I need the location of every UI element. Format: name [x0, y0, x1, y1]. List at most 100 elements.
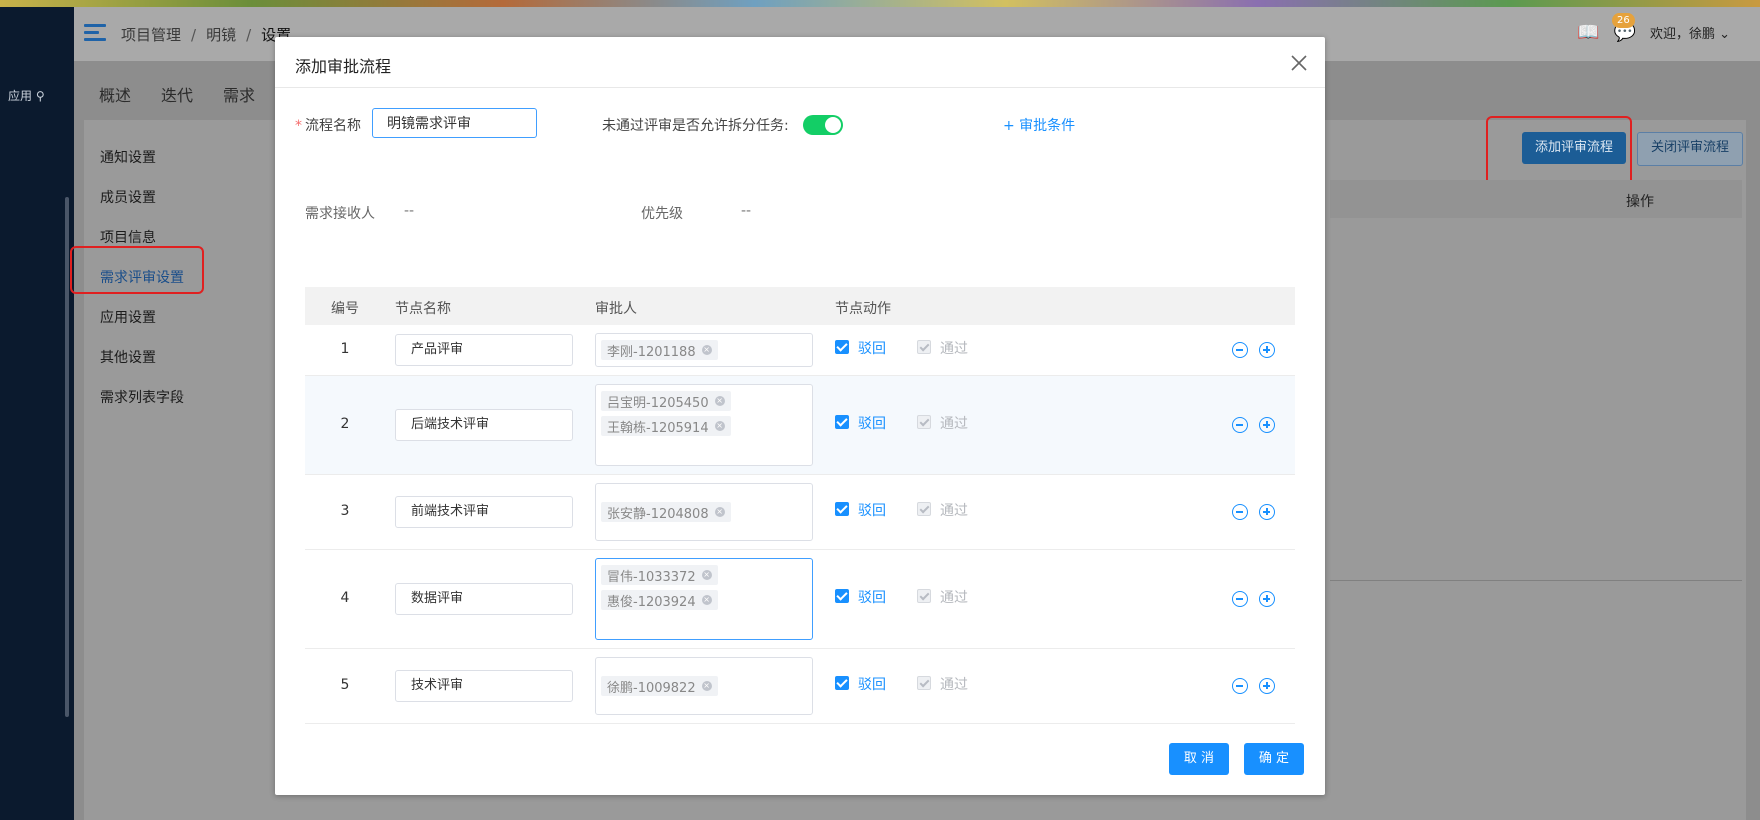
- approver-tag: 吕宝明-1205450 ×: [601, 391, 731, 411]
- remove-node-icon[interactable]: [1232, 342, 1248, 358]
- reject-checkbox[interactable]: [835, 502, 849, 516]
- priority-value[interactable]: --: [741, 203, 751, 219]
- remove-node-icon[interactable]: [1232, 417, 1248, 433]
- row-number: 5: [340, 677, 350, 693]
- cancel-button[interactable]: 取 消: [1169, 743, 1229, 775]
- add-node-icon[interactable]: [1259, 417, 1275, 433]
- tag-close-icon[interactable]: ×: [701, 681, 712, 691]
- tab-requirement[interactable]: 需求: [223, 82, 255, 106]
- remove-node-icon[interactable]: [1232, 504, 1248, 520]
- header-node-action: 节点动作: [835, 301, 891, 317]
- node-name-input[interactable]: 数据评审: [395, 583, 573, 615]
- pass-checkbox: [917, 589, 931, 603]
- add-node-icon[interactable]: [1259, 504, 1275, 520]
- menu-item-other-settings[interactable]: 其他设置: [100, 350, 184, 390]
- allow-split-toggle[interactable]: [803, 115, 843, 135]
- menu-item-notify[interactable]: 通知设置: [100, 150, 184, 190]
- node-name-input[interactable]: 前端技术评审: [395, 496, 573, 528]
- approver-tag: 徐鹏-1009822 ×: [601, 676, 718, 696]
- flow-name-label: * 流程名称: [295, 118, 361, 134]
- add-node-icon[interactable]: [1259, 678, 1275, 694]
- tab-iteration[interactable]: 迭代: [161, 82, 193, 106]
- pass-checkbox: [917, 502, 931, 516]
- top-right-tools: 📖 💬 欢迎，徐鹏 ⌄: [1577, 22, 1730, 43]
- breadcrumb-item-mingjing[interactable]: 明镜: [206, 26, 236, 44]
- reject-label: 驳回: [858, 503, 886, 519]
- pass-label: 通过: [940, 677, 968, 693]
- menu-item-list-fields[interactable]: 需求列表字段: [100, 390, 184, 430]
- table-row: 1 产品评审 李刚-1201188 × 驳回 通过: [305, 325, 1295, 376]
- approver-select[interactable]: 徐鹏-1009822 ×: [595, 657, 813, 715]
- close-review-flow-button[interactable]: 关闭评审流程: [1637, 132, 1743, 166]
- table-row: 4 数据评审 冒伟-1033372 × 惠俊-1203924 × 驳回 通过: [305, 550, 1295, 649]
- approver-select[interactable]: 吕宝明-1205450 × 王翰栋-1205914 ×: [595, 384, 813, 466]
- approver-select[interactable]: 李刚-1201188 ×: [595, 333, 813, 367]
- chevron-down-icon: ⌄: [1719, 27, 1730, 42]
- search-icon: ⚲: [35, 89, 45, 103]
- table-header: 编号 节点名称 审批人 节点动作: [305, 287, 1295, 325]
- table-row: 5 技术评审 徐鹏-1009822 × 驳回 通过: [305, 649, 1295, 724]
- add-approval-flow-dialog: 添加审批流程 *流程名称 未通过评审是否允许拆分任务: + 审批条件 需求接收人…: [275, 37, 1325, 795]
- receiver-value[interactable]: --: [404, 203, 414, 219]
- allow-split-label: 未通过评审是否允许拆分任务:: [602, 118, 789, 134]
- table-row: 3 前端技术评审 张安静-1204808 × 驳回 通过: [305, 475, 1295, 550]
- reject-checkbox[interactable]: [835, 415, 849, 429]
- dialog-header: 添加审批流程: [275, 37, 1325, 88]
- pass-label: 通过: [940, 590, 968, 606]
- book-icon[interactable]: 📖: [1577, 22, 1599, 43]
- reject-checkbox[interactable]: [835, 340, 849, 354]
- approver-select[interactable]: 冒伟-1033372 × 惠俊-1203924 ×: [595, 558, 813, 640]
- priority-label: 优先级: [641, 206, 683, 222]
- flow-name-input[interactable]: [372, 108, 537, 138]
- tag-close-icon[interactable]: ×: [701, 595, 712, 605]
- row-number: 3: [340, 503, 350, 519]
- approver-tag: 惠俊-1203924 ×: [601, 590, 718, 610]
- tag-close-icon[interactable]: ×: [714, 421, 725, 431]
- approval-nodes-table: 编号 节点名称 审批人 节点动作 1 产品评审 李刚-1201188 × 驳回 通…: [305, 287, 1295, 724]
- reject-checkbox[interactable]: [835, 676, 849, 690]
- reject-label: 驳回: [858, 677, 886, 693]
- header-num: 编号: [331, 301, 359, 317]
- menu-toggle-icon[interactable]: [84, 24, 106, 42]
- tag-close-icon[interactable]: ×: [714, 396, 725, 406]
- node-name-input[interactable]: 技术评审: [395, 670, 573, 702]
- breadcrumb-item-project-mgmt[interactable]: 项目管理: [121, 26, 181, 44]
- left-nav: 应用 ⚲: [0, 7, 74, 820]
- app-search-label: 应用: [8, 89, 33, 103]
- notification-badge: 26: [1612, 13, 1635, 28]
- menu-item-members[interactable]: 成员设置: [100, 190, 184, 230]
- dialog-title: 添加审批流程: [295, 57, 392, 76]
- approver-tag: 张安静-1204808 ×: [601, 502, 731, 522]
- reject-checkbox[interactable]: [835, 589, 849, 603]
- row-number: 1: [340, 341, 350, 357]
- highlight-box-add-flow: [1486, 116, 1632, 186]
- add-node-icon[interactable]: [1259, 342, 1275, 358]
- pass-label: 通过: [940, 341, 968, 357]
- app-search[interactable]: 应用 ⚲: [8, 87, 45, 104]
- menu-item-app-settings[interactable]: 应用设置: [100, 310, 184, 350]
- add-node-icon[interactable]: [1259, 591, 1275, 607]
- reject-label: 驳回: [858, 341, 886, 357]
- reject-label: 驳回: [858, 590, 886, 606]
- remove-node-icon[interactable]: [1232, 678, 1248, 694]
- node-name-input[interactable]: 后端技术评审: [395, 409, 573, 441]
- tag-close-icon[interactable]: ×: [714, 507, 725, 517]
- approver-select[interactable]: 张安静-1204808 ×: [595, 483, 813, 541]
- close-icon[interactable]: [1289, 53, 1309, 73]
- approver-tag: 李刚-1201188 ×: [601, 340, 718, 360]
- node-name-input[interactable]: 产品评审: [395, 334, 573, 366]
- confirm-button[interactable]: 确 定: [1244, 743, 1304, 775]
- row-number: 2: [340, 416, 350, 432]
- pass-label: 通过: [940, 416, 968, 432]
- add-condition-link[interactable]: + 审批条件: [1003, 115, 1075, 135]
- bg-table-op-header: 操作: [1626, 194, 1654, 210]
- pass-checkbox: [917, 340, 931, 354]
- pass-checkbox: [917, 415, 931, 429]
- header-approver: 审批人: [595, 301, 637, 317]
- left-nav-scrollbar[interactable]: [65, 197, 69, 717]
- tag-close-icon[interactable]: ×: [701, 345, 712, 355]
- remove-node-icon[interactable]: [1232, 591, 1248, 607]
- tag-close-icon[interactable]: ×: [701, 570, 712, 580]
- tab-overview[interactable]: 概述: [99, 82, 131, 106]
- welcome-user[interactable]: 欢迎，徐鹏 ⌄: [1650, 23, 1730, 42]
